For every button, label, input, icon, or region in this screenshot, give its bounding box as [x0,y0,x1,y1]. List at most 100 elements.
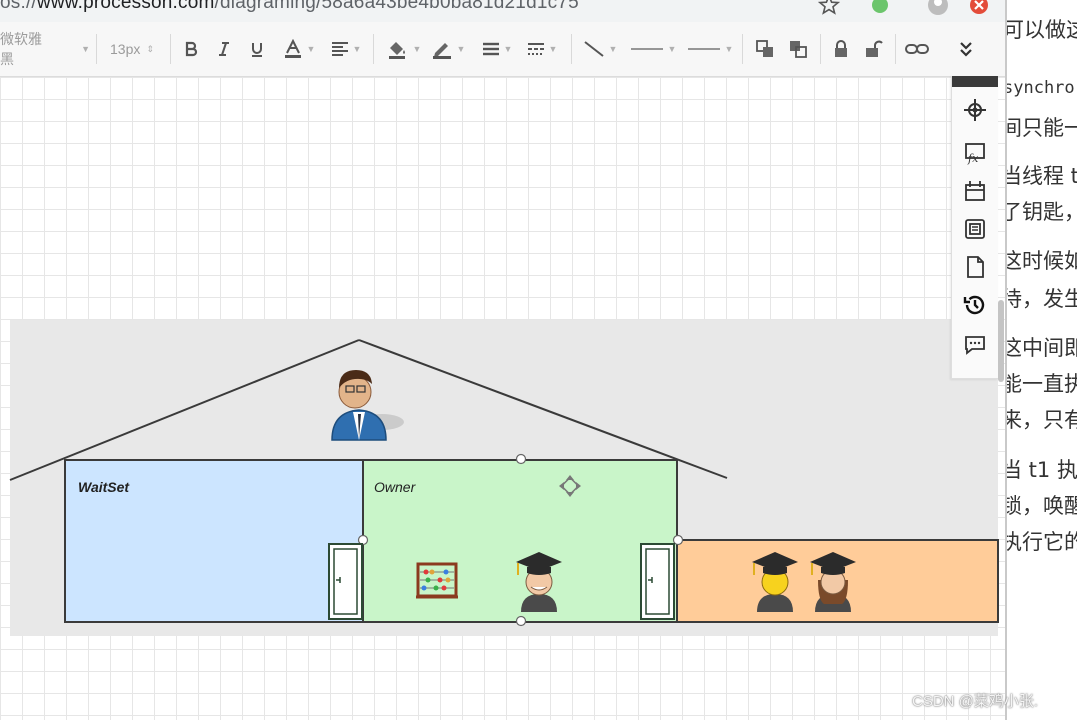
extension-red-icon[interactable] [968,0,990,16]
resize-handle-bottom[interactable] [515,615,527,627]
double-chevron-down-icon [960,42,972,57]
door-icon[interactable] [640,543,675,620]
toolbar-divider [742,34,743,64]
toolbar-divider [820,34,821,64]
bold-button[interactable] [180,36,202,62]
document-overlay-panel: 可以做这 synchro 间只能一 当线程 t 了钥匙， 这时候如 待，发生 这… [1005,0,1077,720]
formula-button[interactable]: fx [960,138,990,168]
chevron-down-icon: ▼ [667,44,677,54]
doc-text-line: 执行它的 [1005,530,1077,554]
compass-icon [964,99,986,121]
resize-handle-top[interactable] [515,453,527,465]
toolbar-divider [96,34,97,64]
doc-text-line: 待，发生 [1005,287,1077,311]
history-icon [963,295,985,315]
bring-to-front-button[interactable] [753,36,777,62]
extension-green-icon[interactable] [869,0,891,16]
font-family-select[interactable]: 微软雅黑 ▼ [0,31,90,67]
layers-button[interactable] [960,214,990,244]
connector-type-button[interactable]: ▼ [580,36,620,62]
door-icon[interactable] [328,543,363,620]
diagram-canvas[interactable]: WaitSet Owner [0,77,1005,720]
vertical-scrollbar[interactable] [998,300,1004,382]
toolbar-divider [895,34,896,64]
chevron-down-icon: ▼ [548,44,558,54]
start-arrow-button[interactable]: ▼ [628,36,678,62]
copy-layers-icon [965,219,985,239]
lock-button[interactable] [830,36,852,62]
url-scheme: os:// [0,0,37,13]
svg-text:fx: fx [967,152,979,165]
toolbar-divider [373,34,374,64]
profile-avatar-icon[interactable] [926,0,948,16]
comment-icon [965,336,985,355]
toolbar-divider [170,34,171,64]
font-color-icon [284,39,301,58]
url-text[interactable]: os://www.processon.com/diagraming/58a6a4… [0,0,579,14]
bring-front-icon [756,40,773,57]
line-width-icon [482,42,499,56]
unlock-button[interactable] [863,36,885,62]
browser-address-bar[interactable]: os://www.processon.com/diagraming/58a6a4… [0,0,1005,23]
doc-text-line: 这中间即 [1005,336,1077,360]
document-icon [967,256,984,278]
chevron-down-icon: ▼ [412,44,422,54]
page-setup-icon [965,181,985,201]
paint-bucket-icon [388,42,405,59]
doc-text-line: 来，只有 [1005,408,1077,432]
right-tool-rail: fx [951,76,998,379]
chevron-down-icon: ▼ [724,44,734,54]
lock-icon [835,40,847,57]
link-button[interactable] [904,36,930,62]
navigator-button[interactable] [960,95,990,125]
doc-text-line: 间只能一 [1005,116,1077,140]
doc-text-line: 能一直执 [1005,372,1077,396]
page-setup-button[interactable] [960,176,990,206]
doc-text-line: 当 t1 执 [1005,458,1077,482]
csdn-watermark: CSDN @菜鸡小张. [912,693,1039,710]
fx-icon: fx [965,143,985,165]
comments-button[interactable] [960,330,990,360]
line-color-button[interactable]: ▼ [428,36,468,62]
font-size-select[interactable]: 13px ⇕ [110,36,164,62]
page-button[interactable] [960,252,990,282]
chevron-down-icon: ▼ [503,44,513,54]
italic-icon [219,42,229,56]
font-family-value: 微软雅黑 [0,31,42,67]
doc-text-line: 这时候如 [1005,249,1077,273]
end-arrow-button[interactable]: ▼ [685,36,735,62]
italic-button[interactable] [213,36,235,62]
diagram-svg: WaitSet Owner [9,320,999,636]
connector-line-icon [583,41,604,57]
underline-button[interactable] [246,36,268,62]
chevron-down-icon: ▼ [608,44,618,54]
url-path: /diagraming/58a6a43be4b0ba81d21d1c75 [214,0,579,13]
doc-text-line: 了钥匙， [1005,200,1077,224]
line-width-button[interactable]: ▼ [477,36,517,62]
toolbar-divider [571,34,572,64]
stepper-icon: ⇕ [146,43,154,54]
line-style-button[interactable]: ▼ [522,36,562,62]
doc-text-line: synchro [1005,78,1075,98]
send-to-back-button[interactable] [786,36,810,62]
align-left-icon [331,42,348,56]
doc-text-line: 锁，唤醒 [1005,494,1077,518]
doc-text-line: 当线程 t [1005,164,1077,188]
chevron-down-icon: ▼ [81,44,90,54]
expand-toolbar-button[interactable] [955,36,977,62]
owner-label: Owner [374,479,417,495]
dash-style-icon [527,43,544,55]
font-color-button[interactable]: ▼ [279,36,319,62]
underline-icon [252,42,262,57]
url-host: www.processon.com [36,0,215,13]
send-back-icon [790,41,807,58]
bookmark-star-icon[interactable] [817,0,841,16]
history-button[interactable] [960,290,990,320]
waitset-label: WaitSet [78,479,130,495]
align-button[interactable]: ▼ [326,36,366,62]
chevron-down-icon: ▼ [352,44,362,54]
fill-color-button[interactable]: ▼ [384,36,424,62]
chevron-down-icon: ▼ [306,44,316,54]
start-arrow-icon [630,48,663,50]
bold-icon [185,41,198,57]
